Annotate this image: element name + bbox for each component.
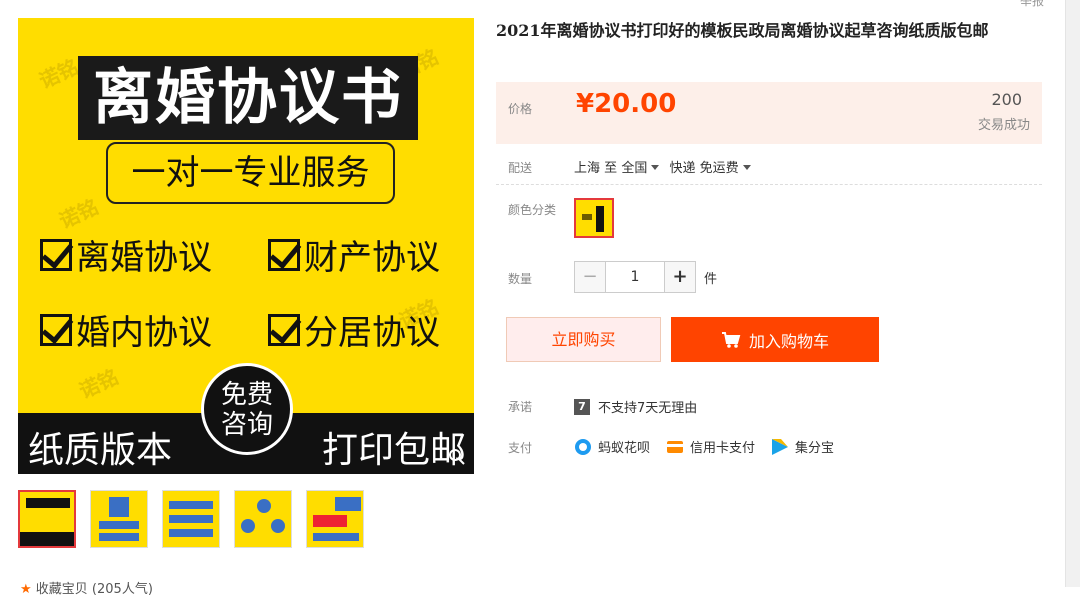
quantity-plus-button[interactable]: + xyxy=(664,261,696,293)
payment-row: 蚂蚁花呗 信用卡支付 集分宝 xyxy=(574,437,850,456)
chevron-down-icon[interactable] xyxy=(742,165,751,170)
ship-to-dropdown[interactable]: 全国 xyxy=(621,161,647,176)
shipping-row: 上海 至 全国 快递 免运费 xyxy=(574,157,757,176)
pay-huabei: 蚂蚁花呗 xyxy=(574,437,650,456)
banner-title: 离婚协议书 xyxy=(78,56,418,140)
watermark: 诺铭 xyxy=(75,364,122,404)
quantity-input[interactable]: 1 xyxy=(606,261,664,293)
chevron-down-icon[interactable] xyxy=(651,165,660,170)
huabei-icon xyxy=(575,438,591,455)
sales-count: 200 xyxy=(991,90,1022,109)
free-consult-badge: 免费 咨询 xyxy=(201,363,293,455)
thumbnail[interactable] xyxy=(18,490,76,548)
add-to-cart-button[interactable]: 加入购物车 xyxy=(671,317,879,362)
color-label: 颜色分类 xyxy=(508,203,557,217)
quantity-minus-button[interactable]: − xyxy=(574,261,606,293)
thumbnail-strip xyxy=(18,490,364,548)
feature-item: 婚内协议 xyxy=(40,305,212,354)
color-option[interactable] xyxy=(574,198,614,238)
credit-card-icon xyxy=(667,440,684,453)
seven-day-icon: 7 xyxy=(574,398,590,415)
price-label: 价格 xyxy=(508,102,533,116)
feature-item: 分居协议 xyxy=(268,305,440,354)
watermark: 诺铭 xyxy=(55,194,102,234)
checkbox-icon xyxy=(268,313,300,346)
promise-text: 不支持7天无理由 xyxy=(598,401,698,416)
feature-item: 财产协议 xyxy=(268,230,440,279)
favorite-label: 收藏宝贝 (205人气) xyxy=(35,582,153,597)
banner-bottom-right: 打印包邮 xyxy=(321,430,466,471)
buy-now-button[interactable]: 立即购买 xyxy=(506,317,661,362)
checkbox-icon xyxy=(268,238,300,271)
add-to-cart-label: 加入购物车 xyxy=(748,331,829,351)
page-scrollbar[interactable] xyxy=(1065,0,1080,587)
favorite-link[interactable]: ★ 收藏宝贝 (205人气) xyxy=(20,578,153,597)
promise-row: 7 不支持7天无理由 xyxy=(574,397,697,416)
thumbnail[interactable] xyxy=(306,490,364,548)
ship-from: 上海 xyxy=(574,161,601,176)
ship-method-dropdown[interactable]: 快递 免运费 xyxy=(669,161,738,176)
pay-jifenbao: 集分宝 xyxy=(771,437,834,456)
pay-credit-card: 信用卡支付 xyxy=(666,437,755,456)
feature-item: 离婚协议 xyxy=(40,230,212,279)
star-icon: ★ xyxy=(20,582,32,597)
main-product-image[interactable]: 诺铭 诺铭 诺铭 诺铭 诺铭 离婚协议书 一对一专业服务 离婚协议 财产协议 婚… xyxy=(18,18,474,474)
promise-label: 承诺 xyxy=(508,400,533,414)
report-link[interactable]: 举报 xyxy=(1020,0,1044,9)
thumbnail[interactable] xyxy=(162,490,220,548)
ship-to-word: 至 xyxy=(604,161,618,176)
cart-icon xyxy=(721,331,741,348)
payment-label: 支付 xyxy=(508,441,533,455)
sales-label: 交易成功 xyxy=(977,118,1030,133)
watermark: 诺铭 xyxy=(35,54,82,94)
jifenbao-icon xyxy=(772,438,789,455)
divider xyxy=(496,184,1042,185)
quantity-label: 数量 xyxy=(508,272,533,286)
thumbnail[interactable] xyxy=(234,490,292,548)
price-value: ¥20.00 xyxy=(576,89,677,119)
product-title: 2021年离婚协议书打印好的模板民政局离婚协议起草咨询纸质版包邮 xyxy=(496,21,989,40)
price-panel: 价格 ¥20.00 200 交易成功 xyxy=(496,82,1042,144)
quantity-unit: 件 xyxy=(704,272,718,287)
checkbox-icon xyxy=(40,238,72,271)
checkbox-icon xyxy=(40,313,72,346)
zoom-icon[interactable] xyxy=(448,448,466,466)
banner-service: 一对一专业服务 xyxy=(106,142,395,204)
quantity-stepper: − 1 + xyxy=(574,261,696,293)
shipping-label: 配送 xyxy=(508,161,533,175)
thumbnail[interactable] xyxy=(90,490,148,548)
banner-bottom-left: 纸质版本 xyxy=(28,430,173,471)
